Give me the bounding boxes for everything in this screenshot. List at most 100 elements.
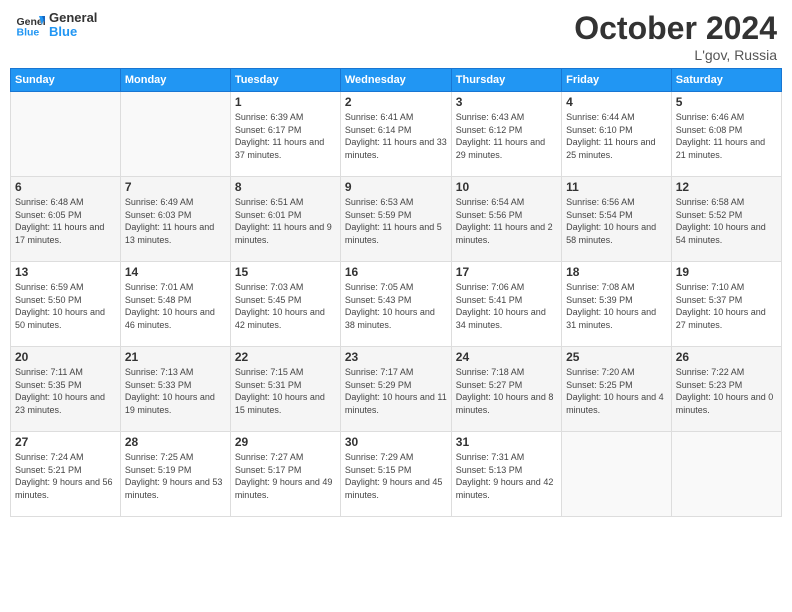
day-number: 14 xyxy=(125,265,226,279)
calendar-cell: 14 Sunrise: 7:01 AM Sunset: 5:48 PM Dayli… xyxy=(120,262,230,347)
day-number: 7 xyxy=(125,180,226,194)
calendar-cell: 30 Sunrise: 7:29 AM Sunset: 5:15 PM Dayli… xyxy=(340,432,451,517)
calendar-cell: 12 Sunrise: 6:58 AM Sunset: 5:52 PM Dayli… xyxy=(671,177,781,262)
calendar-cell: 27 Sunrise: 7:24 AM Sunset: 5:21 PM Dayli… xyxy=(11,432,121,517)
month-title: October 2024 xyxy=(574,10,777,47)
logo: General Blue General Blue xyxy=(15,10,97,40)
day-number: 6 xyxy=(15,180,116,194)
calendar-cell: 22Sunrise: 7:15 AM Sunset: 5:31 PM Dayli… xyxy=(230,347,340,432)
day-number: 30 xyxy=(345,435,447,449)
calendar-cell: 21 Sunrise: 7:13 AM Sunset: 5:33 PM Dayli… xyxy=(120,347,230,432)
calendar-week-row: 6 Sunrise: 6:48 AM Sunset: 6:05 PM Daylig… xyxy=(11,177,782,262)
day-number: 27 xyxy=(15,435,116,449)
page-header: General Blue General Blue October 2024 L… xyxy=(0,0,792,68)
calendar-cell: 13 Sunrise: 6:59 AM Sunset: 5:50 PM Dayli… xyxy=(11,262,121,347)
calendar-cell: 6 Sunrise: 6:48 AM Sunset: 6:05 PM Daylig… xyxy=(11,177,121,262)
day-info: Sunrise: 7:11 AM Sunset: 5:35 PM Dayligh… xyxy=(15,366,116,416)
logo-icon: General Blue xyxy=(15,10,45,40)
calendar-cell xyxy=(562,432,672,517)
calendar-week-row: 1 Sunrise: 6:39 AM Sunset: 6:17 PM Daylig… xyxy=(11,92,782,177)
day-info: Sunrise: 6:56 AM Sunset: 5:54 PM Dayligh… xyxy=(566,196,667,246)
day-info: Sunrise: 6:59 AM Sunset: 5:50 PM Dayligh… xyxy=(15,281,116,331)
calendar-week-row: 27 Sunrise: 7:24 AM Sunset: 5:21 PM Dayli… xyxy=(11,432,782,517)
logo-text-blue: Blue xyxy=(49,25,97,39)
calendar-table: SundayMondayTuesdayWednesdayThursdayFrid… xyxy=(10,68,782,517)
calendar-header-sunday: Sunday xyxy=(11,69,121,92)
day-info: Sunrise: 7:18 AM Sunset: 5:27 PM Dayligh… xyxy=(456,366,557,416)
calendar-cell: 29 Sunrise: 7:27 AM Sunset: 5:17 PM Dayli… xyxy=(230,432,340,517)
calendar-cell: 31 Sunrise: 7:31 AM Sunset: 5:13 PM Dayli… xyxy=(451,432,561,517)
day-number: 18 xyxy=(566,265,667,279)
day-number: 4 xyxy=(566,95,667,109)
day-number: 21 xyxy=(125,350,226,364)
day-number: 29 xyxy=(235,435,336,449)
day-number: 17 xyxy=(456,265,557,279)
day-number: 15 xyxy=(235,265,336,279)
day-info: Sunrise: 7:08 AM Sunset: 5:39 PM Dayligh… xyxy=(566,281,667,331)
day-info: Sunrise: 6:53 AM Sunset: 5:59 PM Dayligh… xyxy=(345,196,447,246)
calendar-cell xyxy=(11,92,121,177)
calendar-cell: 10Sunrise: 6:54 AM Sunset: 5:56 PM Dayli… xyxy=(451,177,561,262)
day-info: Sunrise: 7:31 AM Sunset: 5:13 PM Dayligh… xyxy=(456,451,557,501)
day-info: Sunrise: 7:29 AM Sunset: 5:15 PM Dayligh… xyxy=(345,451,447,501)
day-info: Sunrise: 7:03 AM Sunset: 5:45 PM Dayligh… xyxy=(235,281,336,331)
day-info: Sunrise: 7:06 AM Sunset: 5:41 PM Dayligh… xyxy=(456,281,557,331)
calendar-cell: 17 Sunrise: 7:06 AM Sunset: 5:41 PM Dayli… xyxy=(451,262,561,347)
day-number: 5 xyxy=(676,95,777,109)
location-subtitle: L'gov, Russia xyxy=(574,47,777,63)
day-number: 8 xyxy=(235,180,336,194)
day-info: Sunrise: 7:27 AM Sunset: 5:17 PM Dayligh… xyxy=(235,451,336,501)
day-info: Sunrise: 6:44 AM Sunset: 6:10 PM Dayligh… xyxy=(566,111,667,161)
calendar-cell: 1 Sunrise: 6:39 AM Sunset: 6:17 PM Daylig… xyxy=(230,92,340,177)
calendar-cell: 11 Sunrise: 6:56 AM Sunset: 5:54 PM Dayli… xyxy=(562,177,672,262)
calendar-cell: 15 Sunrise: 7:03 AM Sunset: 5:45 PM Dayli… xyxy=(230,262,340,347)
day-number: 24 xyxy=(456,350,557,364)
day-info: Sunrise: 6:43 AM Sunset: 6:12 PM Dayligh… xyxy=(456,111,557,161)
day-number: 1 xyxy=(235,95,336,109)
day-info: Sunrise: 7:01 AM Sunset: 5:48 PM Dayligh… xyxy=(125,281,226,331)
day-info: Sunrise: 7:24 AM Sunset: 5:21 PM Dayligh… xyxy=(15,451,116,501)
day-info: Sunrise: 6:58 AM Sunset: 5:52 PM Dayligh… xyxy=(676,196,777,246)
day-number: 28 xyxy=(125,435,226,449)
svg-text:Blue: Blue xyxy=(17,27,40,39)
day-number: 9 xyxy=(345,180,447,194)
day-info: Sunrise: 6:51 AM Sunset: 6:01 PM Dayligh… xyxy=(235,196,336,246)
day-number: 31 xyxy=(456,435,557,449)
day-number: 13 xyxy=(15,265,116,279)
day-info: Sunrise: 7:25 AM Sunset: 5:19 PM Dayligh… xyxy=(125,451,226,501)
calendar-cell xyxy=(120,92,230,177)
calendar-cell: 20 Sunrise: 7:11 AM Sunset: 5:35 PM Dayli… xyxy=(11,347,121,432)
day-number: 16 xyxy=(345,265,447,279)
calendar-week-row: 20 Sunrise: 7:11 AM Sunset: 5:35 PM Dayli… xyxy=(11,347,782,432)
day-info: Sunrise: 6:39 AM Sunset: 6:17 PM Dayligh… xyxy=(235,111,336,161)
calendar-header-wednesday: Wednesday xyxy=(340,69,451,92)
day-info: Sunrise: 6:54 AM Sunset: 5:56 PM Dayligh… xyxy=(456,196,557,246)
day-info: Sunrise: 7:10 AM Sunset: 5:37 PM Dayligh… xyxy=(676,281,777,331)
day-number: 12 xyxy=(676,180,777,194)
day-info: Sunrise: 7:22 AM Sunset: 5:23 PM Dayligh… xyxy=(676,366,777,416)
calendar-cell: 7Sunrise: 6:49 AM Sunset: 6:03 PM Daylig… xyxy=(120,177,230,262)
calendar-header-thursday: Thursday xyxy=(451,69,561,92)
calendar-cell: 5Sunrise: 6:46 AM Sunset: 6:08 PM Daylig… xyxy=(671,92,781,177)
day-info: Sunrise: 6:41 AM Sunset: 6:14 PM Dayligh… xyxy=(345,111,447,161)
calendar-cell: 19Sunrise: 7:10 AM Sunset: 5:37 PM Dayli… xyxy=(671,262,781,347)
calendar-header-row: SundayMondayTuesdayWednesdayThursdayFrid… xyxy=(11,69,782,92)
calendar-cell: 25Sunrise: 7:20 AM Sunset: 5:25 PM Dayli… xyxy=(562,347,672,432)
day-number: 20 xyxy=(15,350,116,364)
day-info: Sunrise: 6:48 AM Sunset: 6:05 PM Dayligh… xyxy=(15,196,116,246)
calendar-cell: 24 Sunrise: 7:18 AM Sunset: 5:27 PM Dayli… xyxy=(451,347,561,432)
calendar-header-tuesday: Tuesday xyxy=(230,69,340,92)
logo-text-general: General xyxy=(49,11,97,25)
day-number: 23 xyxy=(345,350,447,364)
calendar-cell: 4 Sunrise: 6:44 AM Sunset: 6:10 PM Daylig… xyxy=(562,92,672,177)
day-number: 11 xyxy=(566,180,667,194)
day-number: 3 xyxy=(456,95,557,109)
day-info: Sunrise: 7:13 AM Sunset: 5:33 PM Dayligh… xyxy=(125,366,226,416)
calendar-cell: 2Sunrise: 6:41 AM Sunset: 6:14 PM Daylig… xyxy=(340,92,451,177)
calendar-header-saturday: Saturday xyxy=(671,69,781,92)
day-info: Sunrise: 7:17 AM Sunset: 5:29 PM Dayligh… xyxy=(345,366,447,416)
calendar-cell: 8 Sunrise: 6:51 AM Sunset: 6:01 PM Daylig… xyxy=(230,177,340,262)
calendar-cell: 16Sunrise: 7:05 AM Sunset: 5:43 PM Dayli… xyxy=(340,262,451,347)
calendar-header-friday: Friday xyxy=(562,69,672,92)
calendar-cell: 18 Sunrise: 7:08 AM Sunset: 5:39 PM Dayli… xyxy=(562,262,672,347)
